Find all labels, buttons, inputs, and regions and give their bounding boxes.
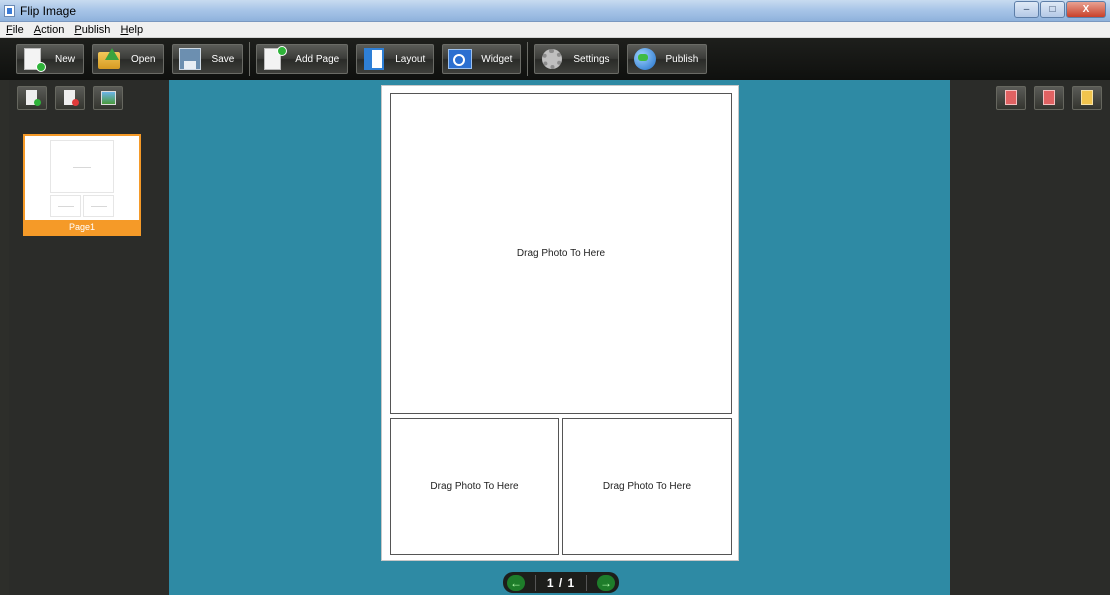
photo-slot-bottom-right[interactable]: Drag Photo To Here <box>562 418 732 555</box>
save-button[interactable]: Save <box>172 44 244 74</box>
toolbar-separator <box>249 42 251 76</box>
editor-workspace: Drag Photo To Here Drag Photo To Here Dr… <box>169 80 950 595</box>
replace-photo-icon <box>1005 90 1017 105</box>
menu-publish-label: ublish <box>81 23 111 36</box>
menu-file[interactable]: File <box>6 24 24 36</box>
publish-button[interactable]: Publish <box>626 44 708 74</box>
save-button-label: Save <box>211 53 235 65</box>
add-page-icon <box>261 46 288 72</box>
app-window: Flip Image – □ X File Action Publish Hel… <box>0 0 1110 595</box>
menu-action[interactable]: Action <box>34 24 65 36</box>
layout-icon <box>361 46 387 72</box>
menu-help-label: elp <box>128 23 144 36</box>
menu-action-label: ction <box>41 23 65 36</box>
layout-button-label: Layout <box>395 53 426 65</box>
menu-file-label: ile <box>12 23 24 36</box>
window-title: Flip Image <box>20 4 77 18</box>
photo-slot-top-label: Drag Photo To Here <box>516 248 606 259</box>
new-button[interactable]: New <box>16 44 85 74</box>
page-indicator: 1 / 1 <box>546 575 576 590</box>
add-page-button-label: Add Page <box>295 53 340 65</box>
next-page-button[interactable]: → <box>596 574 615 591</box>
toolbar-separator-2 <box>527 42 529 76</box>
save-disk-icon <box>177 46 203 72</box>
page-thumbnail[interactable]: Page1 <box>23 134 141 236</box>
insert-page-button[interactable] <box>17 86 47 110</box>
properties-panel-toolbar <box>950 84 1110 112</box>
open-button[interactable]: Open <box>92 44 165 74</box>
new-button-label: New <box>55 53 76 65</box>
page-navigator: ← 1 / 1 → <box>503 572 619 593</box>
layout-button[interactable]: Layout <box>356 44 435 74</box>
window-controls: – □ X <box>1013 1 1106 19</box>
delete-page-button[interactable] <box>55 86 85 110</box>
pages-panel: Page1 <box>9 80 169 595</box>
photo-slot-bottom-left[interactable]: Drag Photo To Here <box>390 418 559 555</box>
settings-button[interactable]: Settings <box>534 44 619 74</box>
globe-icon <box>632 46 658 72</box>
settings-button-label: Settings <box>573 53 610 65</box>
add-page-button[interactable]: Add Page <box>256 44 349 74</box>
image-icon <box>101 91 116 105</box>
gear-icon <box>539 46 565 72</box>
remove-photo-button[interactable] <box>1034 86 1064 110</box>
menu-publish-hotkey: P <box>74 23 82 36</box>
pages-panel-toolbar <box>9 84 169 112</box>
widget-button-label: Widget <box>481 53 513 65</box>
menu-help[interactable]: Help <box>120 24 143 36</box>
page-canvas: Drag Photo To Here Drag Photo To Here Dr… <box>381 85 739 561</box>
open-folder-icon <box>97 46 123 72</box>
menu-action-hotkey: A <box>33 23 42 36</box>
properties-panel <box>950 80 1110 595</box>
menu-bar: File Action Publish Help <box>0 22 1110 38</box>
edit-photo-button[interactable] <box>1072 86 1102 110</box>
photo-slot-top[interactable]: Drag Photo To Here <box>390 93 732 414</box>
photo-slot-bottom-left-label: Drag Photo To Here <box>430 481 519 492</box>
close-button[interactable]: X <box>1066 1 1106 18</box>
publish-button-label: Publish <box>665 53 699 65</box>
replace-photo-button[interactable] <box>996 86 1026 110</box>
photo-slot-bottom-right-label: Drag Photo To Here <box>602 481 692 492</box>
app-icon <box>4 5 15 17</box>
menu-publish[interactable]: Publish <box>74 24 110 36</box>
menu-file-hotkey: F <box>6 23 13 36</box>
page-background-button[interactable] <box>93 86 123 110</box>
page-thumbnail-label: Page1 <box>25 220 139 234</box>
prev-page-button[interactable]: ← <box>507 574 525 591</box>
title-bar: Flip Image – □ X <box>0 0 1110 22</box>
new-document-icon <box>21 46 47 72</box>
main-toolbar: New Open Save Add Page Layout Widget Set… <box>0 38 1110 80</box>
widget-button[interactable]: Widget <box>442 44 522 74</box>
minimize-button[interactable]: – <box>1014 1 1039 18</box>
widget-icon <box>447 46 473 72</box>
edit-photo-icon <box>1081 90 1093 105</box>
maximize-button[interactable]: □ <box>1040 1 1065 18</box>
open-button-label: Open <box>131 53 156 65</box>
remove-photo-icon <box>1043 90 1055 105</box>
